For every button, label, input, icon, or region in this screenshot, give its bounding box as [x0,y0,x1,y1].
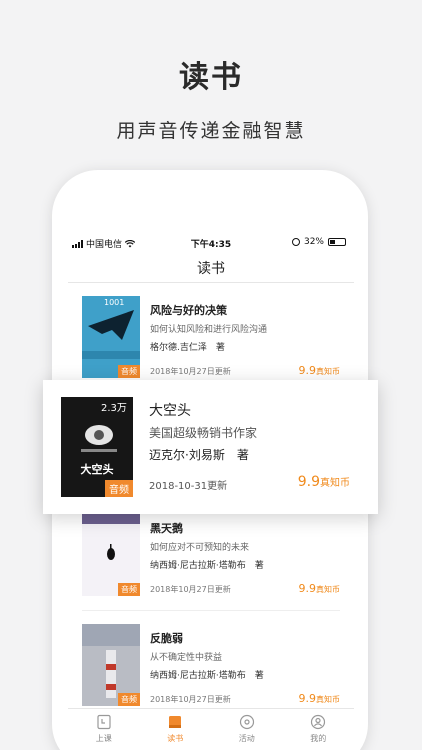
audio-badge: 音频 [118,693,140,706]
listen-count: 1001 [104,298,125,307]
battery-icon [328,238,346,246]
book-author: 纳西姆·尼古拉斯·塔勒布 著 [150,561,264,571]
tab-label: 活动 [238,734,255,743]
book-update-date: 2018-10-31更新 [149,481,228,492]
book-price: 9.9真知币 [297,474,350,490]
book-title: 风险与好的决策 [150,304,227,317]
book-title: 大空头 [149,403,191,419]
book-title: 黑天鹅 [150,522,183,535]
book-update-date: 2018年10月27日更新 [150,695,231,704]
book-title: 反脆弱 [150,632,183,645]
book-cover: 大空头 2.3万 音频 [61,397,133,497]
nav-divider [68,282,354,283]
hero-title: 读书 [179,60,243,95]
profile-icon [311,714,326,730]
book-item-big-short[interactable]: 大空头 2.3万 音频 大空头 美国超级畅销书作家 迈克尔·刘易斯 著 2018… [43,380,378,514]
book-desc: 如何认知风险和进行风险沟通 [150,325,268,335]
page-title: 读书 [197,261,225,277]
status-bar: 中国电信 下午4:35 32% [68,232,354,252]
book-item-black-swan[interactable]: 音频 黑天鹅 如何应对不可预知的未来 纳西姆·尼古拉斯·塔勒布 著 2018年1… [82,514,340,600]
activity-icon [239,714,254,730]
book-author: 纳西姆·尼古拉斯·塔勒布 著 [150,671,264,681]
book-cover: 1001 音频 [82,296,140,378]
tab-profile[interactable]: 我的 [283,709,355,750]
book-price: 9.9真知币 [298,582,341,595]
tab-activity[interactable]: 活动 [211,709,283,750]
tab-lesson[interactable]: 上课 [68,709,140,750]
audio-badge: 音频 [105,480,133,497]
book-icon [169,716,182,728]
book-desc: 从不确定性中获益 [150,653,223,663]
tab-bar: 上课 读书 活动 我的 [68,708,354,750]
book-update-date: 2018年10月27日更新 [150,367,231,376]
tab-label: 读书 [167,734,184,743]
tab-reading[interactable]: 读书 [140,709,212,750]
book-author: 迈克尔·刘易斯 著 [149,448,249,462]
book-price: 9.9真知币 [298,364,341,377]
book-cover: 音频 [82,514,140,596]
listen-count: 2.3万 [101,403,127,414]
book-desc: 如何应对不可预知的未来 [150,543,250,553]
book-update-date: 2018年10月27日更新 [150,585,231,594]
book-author: 格尔德.吉仁泽 著 [150,343,225,353]
battery-percent: 32% [303,237,324,247]
audio-badge: 音频 [118,583,140,596]
book-item-risk[interactable]: 1001 音频 风险与好的决策 如何认知风险和进行风险沟通 格尔德.吉仁泽 著 … [82,296,340,382]
hero-subtitle: 用声音传递金融智慧 [116,120,306,142]
book-desc: 美国超级畅销书作家 [149,426,258,440]
lesson-icon [97,714,111,730]
tab-label: 我的 [310,734,327,743]
rotation-lock-icon [291,238,300,246]
tab-label: 上课 [95,734,112,743]
audio-badge: 音频 [118,365,140,378]
book-price: 9.9真知币 [298,692,341,705]
svg-text:大空头: 大空头 [81,462,114,476]
book-item-antifragile[interactable]: 音频 反脆弱 从不确定性中获益 纳西姆·尼古拉斯·塔勒布 著 2018年10月2… [82,624,340,710]
list-divider [82,610,340,611]
book-cover: 音频 [82,624,140,706]
